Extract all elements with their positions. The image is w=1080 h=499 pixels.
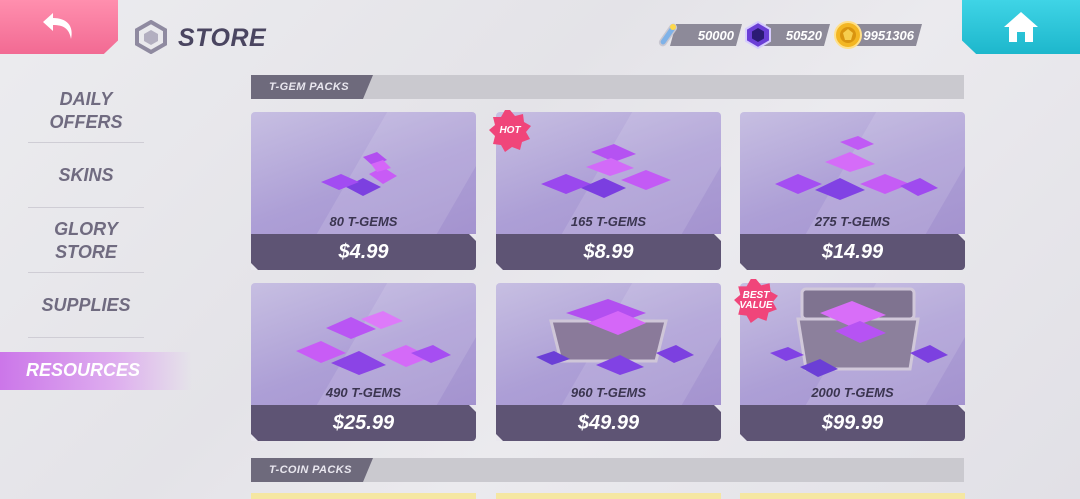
store-logo-icon (135, 20, 167, 54)
sidebar-item-label: DAILY (59, 89, 113, 109)
section-title: T-COIN PACKS (251, 458, 373, 482)
pack-card-275[interactable]: 275 T-GEMS $14.99 (740, 112, 965, 270)
sidebar-item-label: SKINS (58, 165, 114, 185)
sidebar-item-label: OFFERS (49, 112, 123, 132)
home-icon (1004, 12, 1038, 42)
sidebar-item-supplies[interactable]: SUPPLIES (28, 294, 144, 317)
sidebar-item-skins[interactable]: SKINS (28, 164, 144, 187)
tgem-icon (745, 20, 771, 50)
sidebar-item-label: GLORY (54, 219, 118, 239)
pack-amount: 490 T-GEMS (325, 385, 402, 400)
pack-price: $99.99 (740, 405, 965, 441)
badge-text: HOT (499, 125, 521, 136)
pack-card-80[interactable]: 80 T-GEMS $4.99 (251, 112, 476, 270)
home-button[interactable] (962, 0, 1080, 54)
pack-price: $49.99 (496, 405, 721, 441)
pack-amount: 275 T-GEMS (814, 214, 891, 229)
sidebar-divider (28, 207, 144, 208)
pack-amount: 165 T-GEMS (570, 214, 647, 229)
sidebar-item-resources[interactable]: RESOURCES (18, 359, 148, 382)
sidebar-divider (28, 142, 144, 143)
pack-price: $4.99 (251, 234, 476, 270)
sidebar-divider (28, 272, 144, 273)
sidebar-item-glory-store[interactable]: GLORY STORE (28, 218, 144, 264)
pack-amount: 960 T-GEMS (570, 385, 647, 400)
pack-amount: 2000 T-GEMS (811, 385, 894, 400)
pack-card-960[interactable]: 960 T-GEMS $49.99 (496, 283, 721, 441)
key-icon (658, 23, 678, 47)
page-title: STORE (178, 24, 267, 52)
sidebar-item-label: RESOURCES (25, 360, 141, 380)
tgem-section-header: T-GEM PACKS (251, 75, 964, 99)
pack-price: $8.99 (496, 234, 721, 270)
back-button[interactable] (0, 0, 118, 54)
sidebar-divider (28, 337, 144, 338)
badge-text: BEST VALUE (739, 291, 772, 311)
pack-price: $14.99 (740, 234, 965, 270)
pack-amount: 80 T-GEMS (329, 214, 398, 229)
sidebar-item-daily-offers[interactable]: DAILY OFFERS (28, 88, 144, 134)
sidebar-item-label: SUPPLIES (41, 295, 131, 315)
pack-price: $25.99 (251, 405, 476, 441)
hot-badge: HOT (488, 109, 532, 153)
tcoin-card-peek[interactable] (251, 493, 476, 499)
section-title: T-GEM PACKS (251, 75, 373, 99)
pack-card-490[interactable]: 490 T-GEMS $25.99 (251, 283, 476, 441)
sidebar-item-label: STORE (55, 242, 117, 262)
badge-text-line: VALUE (739, 300, 773, 311)
tcoin-card-peek[interactable] (496, 493, 721, 499)
tcoin-section-header: T-COIN PACKS (251, 458, 964, 482)
best-value-badge: BEST VALUE (733, 278, 779, 324)
tcoin-icon (834, 21, 862, 49)
tcoin-card-peek[interactable] (740, 493, 965, 499)
back-arrow-icon (43, 13, 72, 39)
